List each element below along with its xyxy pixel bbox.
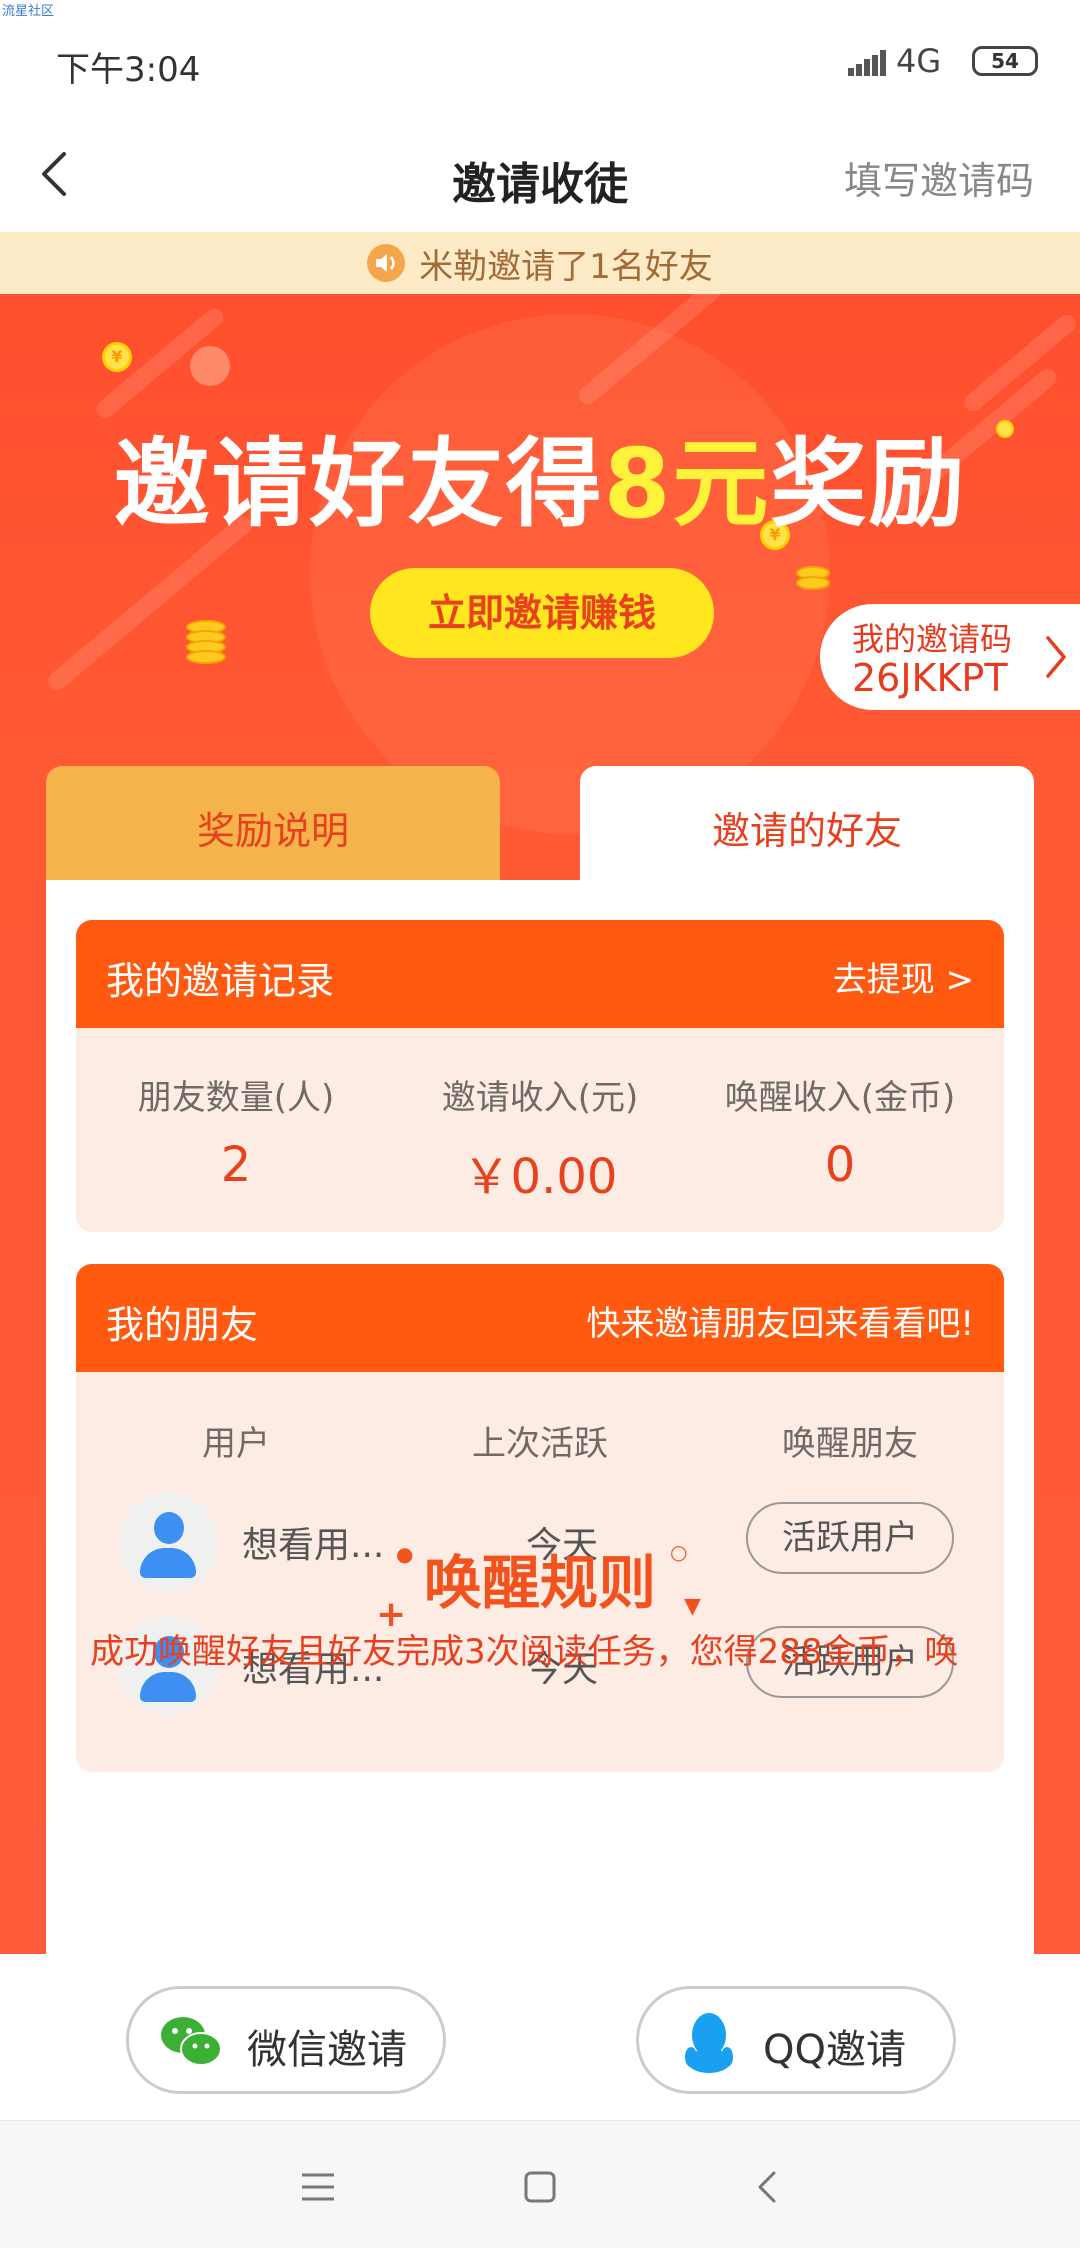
qq-icon: [685, 2013, 733, 2073]
battery-icon: 54: [972, 46, 1038, 76]
banner-dot: [190, 346, 230, 386]
wechat-invite-label: 微信邀请: [247, 2027, 407, 2073]
column-header-wake: 唤醒朋友: [782, 1424, 918, 1464]
stat-label: 唤醒收入(金币): [724, 1078, 956, 1118]
stat-value: 0: [824, 1137, 856, 1193]
tab-label: 邀请的好友: [711, 809, 902, 853]
speaker-icon: [367, 244, 406, 282]
menu-icon: [302, 2173, 334, 2201]
back-button[interactable]: [26, 144, 86, 204]
square-icon: [524, 2171, 556, 2203]
tab-invited-friends[interactable]: 邀请的好友: [580, 766, 1034, 880]
column-header-user: 用户: [202, 1424, 270, 1464]
tab-label: 奖励说明: [196, 809, 349, 853]
stat-invite-income: 邀请收入(元) ￥0.00: [390, 1070, 690, 1207]
stat-value: ￥0.00: [462, 1149, 618, 1205]
stat-label: 邀请收入(元): [441, 1078, 639, 1118]
invite-record-card: 我的邀请记录 去提现 > 朋友数量(人) 2 邀请收入(元) ￥0.00 唤醒收…: [76, 920, 1004, 1232]
tab-reward-rules[interactable]: 奖励说明: [46, 766, 500, 880]
invite-record-title: 我的邀请记录: [106, 959, 335, 1003]
qq-invite-label: QQ邀请: [763, 2027, 906, 2073]
invite-page: 流星社区 下午3:04 4G 54 邀请收徒 填写邀请码 米勒邀请了1名好友 ¥…: [0, 0, 1080, 2248]
stat-wakeup-income: 唤醒收入(金币) 0: [690, 1070, 990, 1193]
share-bar: 微信邀请 QQ邀请: [0, 1954, 1080, 2120]
chevron-right-icon: [1046, 636, 1066, 678]
menu-button[interactable]: [288, 2157, 348, 2217]
withdraw-link[interactable]: 去提现 >: [833, 952, 974, 1001]
qq-invite-button[interactable]: QQ邀请: [636, 1986, 956, 2094]
invite-banner: ¥ ¥ 邀请好友得8元奖励 立即邀请赚钱 我的邀请码 26JKKPT 奖励说明 …: [0, 294, 1080, 1954]
invite-code-label: 我的邀请码: [852, 620, 1013, 658]
home-button[interactable]: [510, 2157, 570, 2217]
my-friends-card: 我的朋友 快来邀请朋友回来看看吧! 用户 上次活跃 唤醒朋友 想看用... 今天…: [76, 1264, 1004, 1772]
watermark: 流星社区: [2, 4, 55, 19]
wakeup-rules-title: 唤醒规则: [423, 1549, 656, 1617]
wakeup-rules-text: 成功唤醒好友且好友完成3次阅读任务，您得288金币，唤: [90, 1632, 959, 1672]
app-header: 邀请收徒 填写邀请码: [0, 120, 1080, 232]
invite-friends-back-link[interactable]: 快来邀请朋友回来看看吧!: [586, 1296, 974, 1345]
my-friends-header: 我的朋友 快来邀请朋友回来看看吧!: [76, 1264, 1004, 1372]
coin-stack-icon: [796, 566, 830, 610]
notice-text: 米勒邀请了1名好友: [419, 246, 713, 287]
chevron-left-icon: [758, 2171, 776, 2203]
invite-now-button[interactable]: 立即邀请赚钱: [370, 568, 714, 658]
banner-title: 邀请好友得8元奖励: [113, 428, 967, 540]
status-bar: 流星社区 下午3:04 4G 54: [0, 0, 1080, 120]
wechat-icon: [161, 2017, 222, 2066]
status-time: 下午3:04: [56, 50, 201, 90]
invite-record-header: 我的邀请记录 去提现 >: [76, 920, 1004, 1028]
wechat-invite-button[interactable]: 微信邀请: [126, 1986, 446, 2094]
stat-friend-count: 朋友数量(人) 2: [86, 1070, 386, 1193]
chevron-left-icon: [42, 152, 66, 196]
notice-bar: 米勒邀请了1名好友: [0, 232, 1080, 294]
coin-stack-icon: [186, 620, 226, 664]
my-friends-title: 我的朋友: [106, 1303, 259, 1347]
my-invite-code[interactable]: 我的邀请码 26JKKPT: [820, 604, 1080, 710]
tab-panel: 我的邀请记录 去提现 > 朋友数量(人) 2 邀请收入(元) ￥0.00 唤醒收…: [46, 880, 1034, 1954]
system-back-button[interactable]: [738, 2157, 798, 2217]
column-header-last-active: 上次活跃: [472, 1424, 608, 1464]
invite-code-value: 26JKKPT: [852, 656, 1008, 700]
system-nav-bar: [0, 2120, 1080, 2248]
signal-icon: [848, 50, 888, 76]
stat-label: 朋友数量(人): [137, 1078, 335, 1118]
fill-invite-code-link[interactable]: 填写邀请码: [844, 150, 1034, 205]
coin-icon: ¥: [102, 342, 132, 372]
stat-value: 2: [220, 1137, 252, 1193]
network-type: 4G: [896, 42, 942, 80]
